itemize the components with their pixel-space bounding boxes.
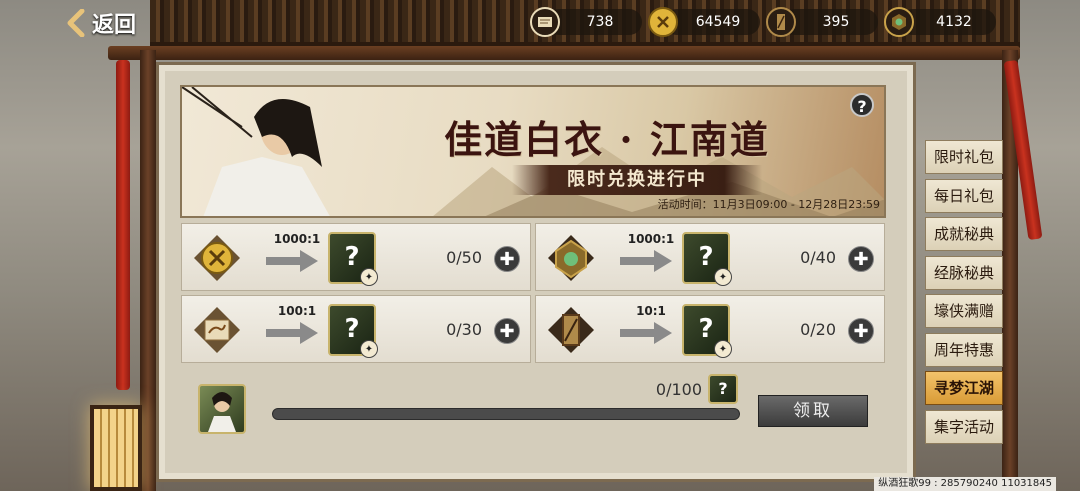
help-button[interactable]: ? bbox=[850, 93, 874, 117]
exchange-row-token: 10:1 ? ✦ 0/20 ✚ bbox=[535, 295, 885, 363]
token-icon bbox=[766, 7, 796, 37]
arrow-right-icon bbox=[620, 250, 672, 272]
tab-anniversary-deal[interactable]: 周年特惠 bbox=[925, 332, 1003, 367]
chevron-left-icon bbox=[67, 9, 85, 37]
exchange-ratio: 1000:1 bbox=[273, 232, 321, 246]
badge-icon: ✦ bbox=[360, 340, 378, 358]
watermark: 纵酒狂歌99 : 285790240 11031845 bbox=[874, 477, 1056, 491]
exchange-ratio: 1000:1 bbox=[627, 232, 675, 246]
jade-icon bbox=[548, 235, 594, 281]
scroll-icon bbox=[530, 7, 560, 37]
tab-bonus-gift[interactable]: 壕侠满赠 bbox=[925, 294, 1003, 328]
banner-title: 佳道白衣 · 江南道 bbox=[444, 117, 770, 162]
mystery-item-icon[interactable]: ? bbox=[708, 374, 738, 404]
add-button[interactable]: ✚ bbox=[848, 246, 874, 272]
jade-icon bbox=[884, 7, 914, 37]
target-label: ? bbox=[698, 314, 714, 344]
back-button[interactable]: 返回 bbox=[66, 6, 156, 40]
claim-button[interactable]: 领取 bbox=[758, 395, 868, 427]
tab-limited-pack[interactable]: 限时礼包 bbox=[925, 140, 1003, 174]
banner-subtitle: 限时兑换进行中 bbox=[512, 165, 762, 195]
event-time: 活动时间：11月3日09:00 - 12月28日23:59 bbox=[657, 198, 880, 211]
mystery-item-icon[interactable]: ? ✦ bbox=[328, 304, 378, 358]
reward-avatar-icon[interactable] bbox=[198, 384, 246, 434]
target-label: ? bbox=[344, 242, 360, 272]
back-label: 返回 bbox=[92, 13, 137, 38]
add-button[interactable]: ✚ bbox=[494, 318, 520, 344]
exchange-count: 0/20 bbox=[800, 320, 836, 339]
exchange-ratio: 100:1 bbox=[277, 304, 317, 318]
add-button[interactable]: ✚ bbox=[848, 318, 874, 344]
exchange-count: 0/30 bbox=[446, 320, 482, 339]
coin-icon bbox=[194, 235, 240, 281]
arrow-right-icon bbox=[266, 250, 318, 272]
exchange-row-coin: 1000:1 ? ✦ 0/50 ✚ bbox=[181, 223, 531, 291]
token-icon bbox=[548, 307, 594, 353]
tab-achievement-book[interactable]: 成就秘典 bbox=[925, 217, 1003, 251]
red-ribbon-left bbox=[116, 60, 130, 390]
exchange-ratio: 10:1 bbox=[636, 304, 666, 318]
resource-token[interactable]: 395 bbox=[766, 7, 878, 37]
target-label: ? bbox=[344, 314, 360, 344]
scroll-icon bbox=[194, 307, 240, 353]
mystery-item-icon[interactable]: ? ✦ bbox=[328, 232, 378, 286]
tab-word-collect[interactable]: 集字活动 bbox=[925, 409, 1003, 444]
event-banner: 佳道白衣 · 江南道 限时兑换进行中 活动时间：11月3日09:00 - 12月… bbox=[180, 85, 886, 218]
resource-coin[interactable]: 64549 bbox=[648, 7, 760, 37]
hero-portrait bbox=[182, 87, 330, 216]
side-tab-list: 限时礼包 每日礼包 成就秘典 经脉秘典 壕侠满赠 周年特惠 寻梦江湖 集字活动 bbox=[925, 140, 1003, 448]
resource-jade[interactable]: 4132 bbox=[884, 7, 996, 37]
progress-count: 0/100 bbox=[655, 380, 702, 399]
lantern bbox=[90, 405, 142, 491]
arrow-right-icon bbox=[266, 322, 318, 344]
tab-daily-pack[interactable]: 每日礼包 bbox=[925, 178, 1003, 213]
pillar-left bbox=[140, 50, 156, 491]
arrow-right-icon bbox=[620, 322, 672, 344]
resource-value: 738 bbox=[546, 9, 642, 35]
roof-beam bbox=[108, 46, 1020, 60]
mystery-item-icon[interactable]: ? ✦ bbox=[682, 304, 732, 358]
hero-avatar-icon bbox=[208, 392, 236, 432]
resource-value: 395 bbox=[782, 9, 878, 35]
exchange-count: 0/40 bbox=[800, 248, 836, 267]
tab-meridian-book[interactable]: 经脉秘典 bbox=[925, 255, 1003, 290]
badge-icon: ✦ bbox=[714, 268, 732, 286]
exchange-row-scroll: 100:1 ? ✦ 0/30 ✚ bbox=[181, 295, 531, 363]
resource-value: 4132 bbox=[900, 9, 996, 35]
add-button[interactable]: ✚ bbox=[494, 246, 520, 272]
resource-value: 64549 bbox=[664, 9, 760, 35]
tab-dream-jianghu[interactable]: 寻梦江湖 bbox=[925, 371, 1003, 405]
exchange-count: 0/50 bbox=[446, 248, 482, 267]
progress-bar bbox=[272, 408, 740, 420]
badge-icon: ✦ bbox=[360, 268, 378, 286]
resource-scroll[interactable]: 738 bbox=[530, 7, 642, 37]
coin-icon bbox=[648, 7, 678, 37]
badge-icon: ✦ bbox=[714, 340, 732, 358]
mystery-item-icon[interactable]: ? ✦ bbox=[682, 232, 732, 286]
target-label: ? bbox=[698, 242, 714, 272]
exchange-row-jade: 1000:1 ? ✦ 0/40 ✚ bbox=[535, 223, 885, 291]
